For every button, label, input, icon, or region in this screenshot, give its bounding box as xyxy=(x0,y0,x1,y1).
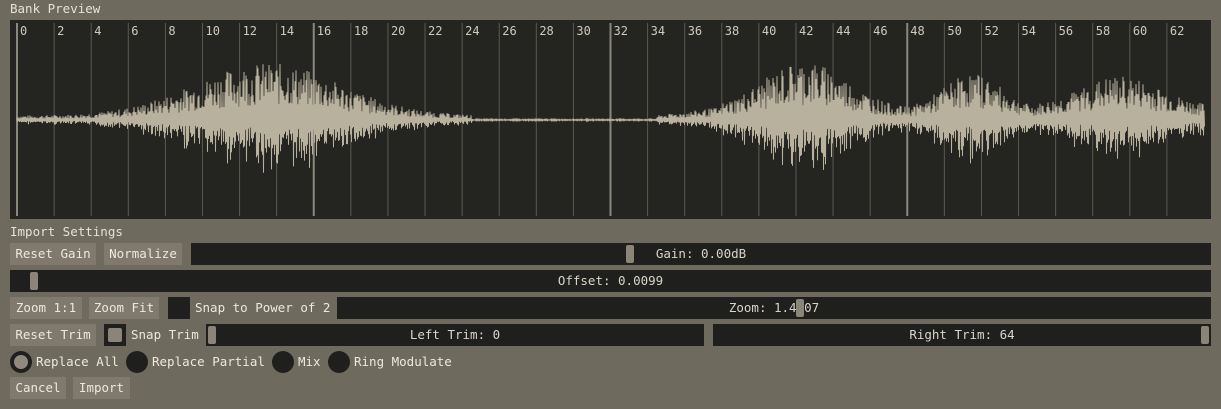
ruler-tick-label: 14 xyxy=(280,24,294,38)
waveform-canvas: 0 2 4 6 8 10 12 14 16 18 20 22 24 26 28 30 32 34 36 38 40 42 4… xyxy=(16,23,1205,216)
ruler-tick-label: 30 xyxy=(576,24,590,38)
ruler-tick-label: 62 xyxy=(1170,24,1184,38)
right-trim-slider-handle[interactable] xyxy=(1201,326,1209,344)
ruler-tick-label: 10 xyxy=(205,24,219,38)
replace-all-label: Replace All xyxy=(36,354,119,369)
ruler-tick-label: 28 xyxy=(539,24,553,38)
ruler-tick-label: 56 xyxy=(1059,24,1073,38)
zoom-slider-handle[interactable] xyxy=(796,299,804,317)
ruler-tick-label: 54 xyxy=(1022,24,1036,38)
cancel-button[interactable]: Cancel xyxy=(10,377,66,399)
snap-power-of-2-checkbox[interactable] xyxy=(168,297,190,319)
ruler-tick-label: 58 xyxy=(1096,24,1110,38)
ruler-tick-label: 44 xyxy=(836,24,850,38)
ruler-tick-label: 50 xyxy=(947,24,961,38)
zoom-slider-label: Zoom: 1.4007 xyxy=(728,300,820,315)
ruler-tick-label: 26 xyxy=(502,24,516,38)
ruler-tick-label: 32 xyxy=(614,24,628,38)
snap-power-of-2-label: Snap to Power of 2 xyxy=(195,300,331,315)
waveform-preview[interactable]: 0 2 4 6 8 10 12 14 16 18 20 22 24 26 28 30 32 34 36 38 40 42 4… xyxy=(10,20,1211,219)
zoom-slider[interactable]: Zoom: 1.4007 xyxy=(337,297,1211,319)
gain-slider-label: Gain: 0.00dB xyxy=(655,246,747,261)
ruler-tick-label: 16 xyxy=(317,24,331,38)
ruler-tick-label: 46 xyxy=(873,24,887,38)
ring-modulate-radio[interactable] xyxy=(328,351,350,373)
checkbox-tick-icon xyxy=(108,328,122,342)
replace-partial-label: Replace Partial xyxy=(152,354,265,369)
offset-slider-label: Offset: 0.0099 xyxy=(557,273,664,288)
ruler-tick-label: 38 xyxy=(725,24,739,38)
ruler-tick-label: 60 xyxy=(1133,24,1147,38)
right-trim-slider[interactable]: Right Trim: 64 xyxy=(713,324,1211,346)
reset-gain-button[interactable]: Reset Gain xyxy=(10,243,96,265)
ruler-tick-label: 24 xyxy=(465,24,479,38)
import-button[interactable]: Import xyxy=(73,377,130,399)
gain-slider[interactable]: Gain: 0.00dB xyxy=(191,243,1211,265)
reset-trim-button[interactable]: Reset Trim xyxy=(10,324,96,346)
ruler-tick-label: 0 xyxy=(20,24,27,38)
ruler-tick-label: 6 xyxy=(131,24,138,38)
ruler-tick-label: 18 xyxy=(354,24,368,38)
ring-modulate-label: Ring Modulate xyxy=(354,354,452,369)
replace-partial-radio[interactable] xyxy=(126,351,148,373)
offset-slider-handle[interactable] xyxy=(30,272,38,290)
radio-selected-icon xyxy=(14,355,28,369)
left-trim-slider-handle[interactable] xyxy=(208,326,216,344)
ruler-tick-label: 8 xyxy=(168,24,175,38)
ruler-tick-label: 34 xyxy=(651,24,665,38)
zoom-fit-button[interactable]: Zoom Fit xyxy=(89,297,159,319)
ruler-tick-label: 20 xyxy=(391,24,405,38)
import-settings-title: Import Settings xyxy=(10,224,123,239)
replace-all-radio[interactable] xyxy=(10,351,32,373)
snap-trim-checkbox[interactable] xyxy=(104,324,126,346)
offset-slider[interactable]: Offset: 0.0099 xyxy=(10,270,1211,292)
bank-preview-title: Bank Preview xyxy=(10,1,101,16)
zoom-1to1-button[interactable]: Zoom 1:1 xyxy=(10,297,82,319)
ruler-tick-label: 22 xyxy=(428,24,442,38)
ruler-tick-label: 42 xyxy=(799,24,813,38)
ruler-tick-label: 12 xyxy=(243,24,257,38)
mix-label: Mix xyxy=(298,354,321,369)
snap-trim-label: Snap Trim xyxy=(131,327,199,342)
ruler-tick-label: 48 xyxy=(910,24,924,38)
ruler-tick-label: 4 xyxy=(94,24,101,38)
ruler-tick-label: 52 xyxy=(984,24,998,38)
ruler-tick-label: 2 xyxy=(57,24,64,38)
left-trim-slider[interactable]: Left Trim: 0 xyxy=(206,324,704,346)
normalize-button[interactable]: Normalize xyxy=(104,243,182,265)
left-trim-slider-label: Left Trim: 0 xyxy=(409,327,501,342)
gain-slider-handle[interactable] xyxy=(626,245,634,263)
ruler-tick-label: 40 xyxy=(762,24,776,38)
right-trim-slider-label: Right Trim: 64 xyxy=(909,327,1015,342)
ruler-tick-label: 36 xyxy=(688,24,702,38)
mix-radio[interactable] xyxy=(272,351,294,373)
